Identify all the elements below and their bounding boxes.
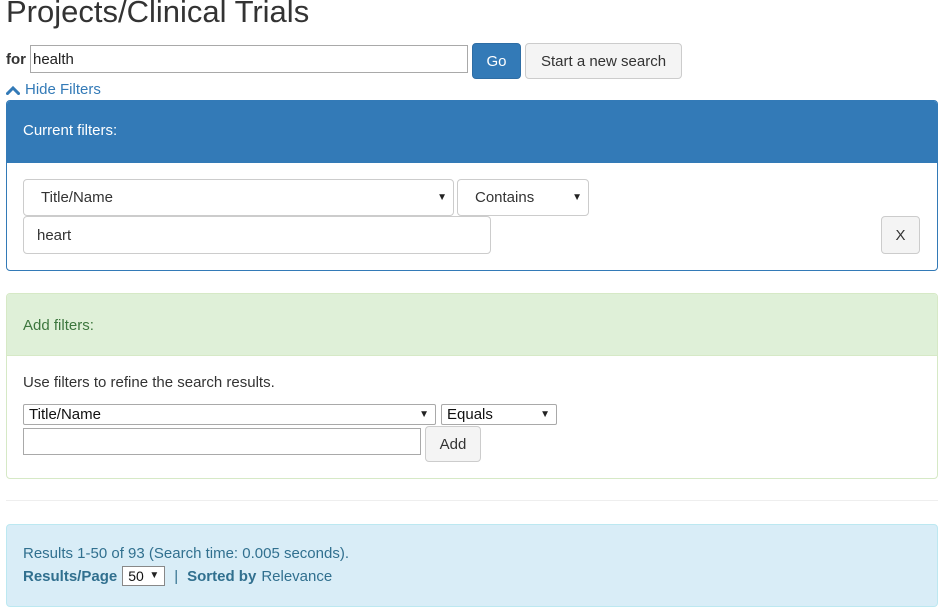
dropdown-arrow-icon: ▼ — [572, 192, 582, 203]
add-filters-help-text: Use filters to refine the search results… — [23, 374, 275, 391]
remove-filter-button[interactable]: X — [881, 216, 920, 254]
results-summary-text: Results 1-50 of 93 (Search time: 0.005 s… — [23, 545, 350, 562]
results-separator: | — [174, 567, 179, 585]
add-filter-operator-select[interactable]: Equals ▼ — [441, 404, 557, 425]
current-filter-operator-value: Contains — [475, 189, 535, 206]
add-filter-value-input[interactable] — [23, 428, 421, 455]
sorted-by-link[interactable]: Relevance — [261, 568, 332, 585]
add-filter-field-value: Title/Name — [29, 406, 101, 423]
add-filter-button[interactable]: Add — [425, 426, 481, 462]
results-summary-bar: Results 1-50 of 93 (Search time: 0.005 s… — [6, 524, 938, 607]
current-filter-value: heart — [37, 226, 72, 244]
go-button[interactable]: Go — [472, 43, 521, 79]
current-filter-operator-select[interactable]: Contains ▼ — [457, 179, 589, 216]
current-filters-heading: Current filters: — [7, 101, 937, 163]
add-filter-operator-value: Equals — [447, 406, 493, 423]
add-filters-panel: Add filters: Use filters to refine the s… — [6, 293, 938, 479]
search-for-label: for — [6, 51, 26, 68]
current-filter-field-select[interactable]: Title/Name ▼ — [23, 179, 454, 216]
section-divider — [6, 500, 938, 501]
search-input[interactable] — [30, 45, 468, 73]
results-per-page-label: Results/Page — [23, 567, 118, 585]
dropdown-arrow-icon: ▼ — [437, 192, 447, 203]
results-per-page-value: 50 — [128, 568, 144, 584]
hide-filters-label: Hide Filters — [25, 81, 101, 98]
sorted-by-label: Sorted by — [187, 567, 257, 585]
dropdown-arrow-icon: ▼ — [149, 570, 160, 581]
add-filters-heading: Add filters: — [7, 294, 937, 356]
add-filter-field-select[interactable]: Title/Name ▼ — [23, 404, 436, 425]
results-controls: Results/Page 50 ▼ | Sorted by Relevance — [23, 566, 332, 586]
start-new-search-button[interactable]: Start a new search — [525, 43, 682, 79]
chevron-up-icon — [6, 85, 20, 95]
current-filter-value-input[interactable]: heart — [23, 216, 491, 254]
hide-filters-link[interactable]: Hide Filters — [6, 81, 101, 98]
page-title: Projects/Clinical Trials — [6, 0, 310, 29]
results-per-page-select[interactable]: 50 ▼ — [122, 566, 166, 586]
current-filters-panel: Current filters: Title/Name ▼ Contains ▼… — [6, 100, 938, 271]
dropdown-arrow-icon: ▼ — [540, 409, 550, 420]
current-filter-field-value: Title/Name — [41, 189, 113, 206]
dropdown-arrow-icon: ▼ — [419, 409, 429, 420]
